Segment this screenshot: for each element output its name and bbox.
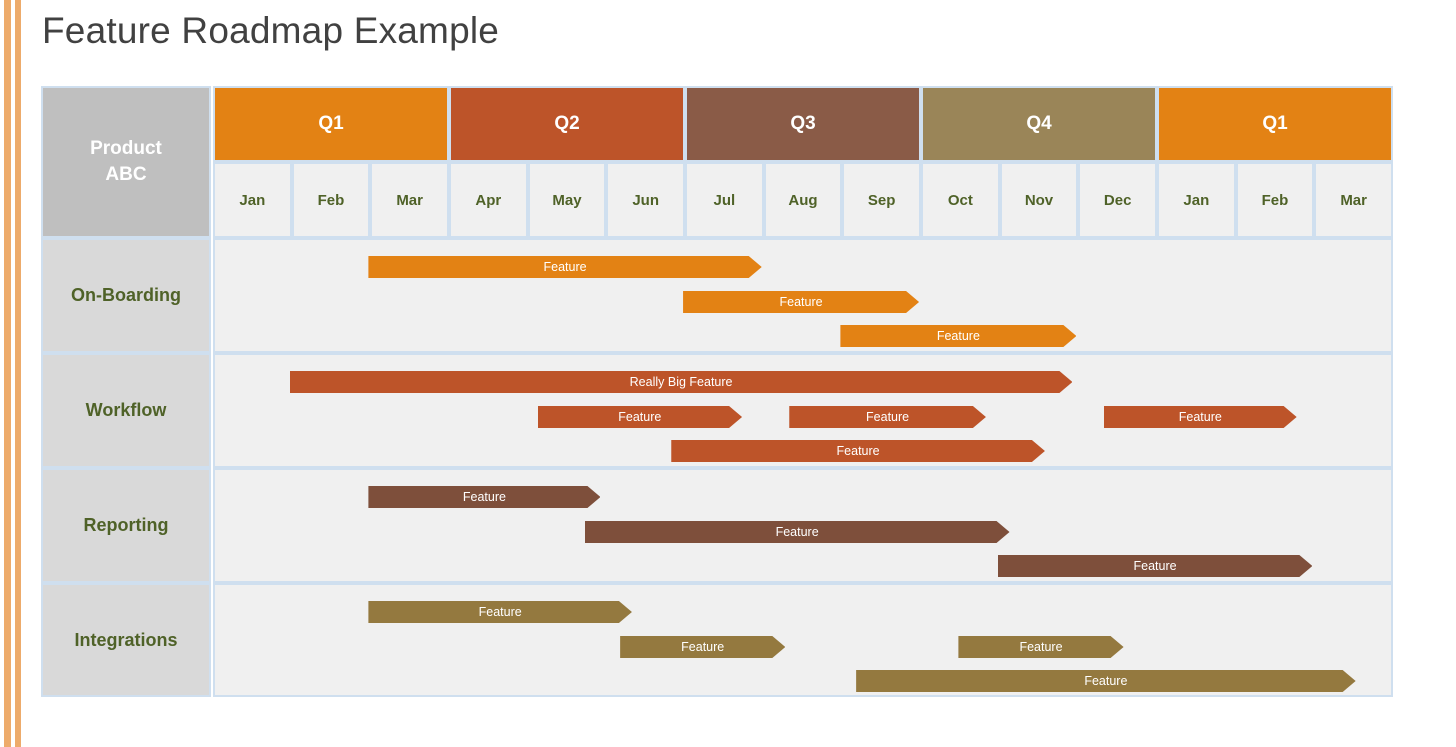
roadmap-bar-label: Feature — [681, 640, 725, 654]
roadmap-bar-label: Feature — [543, 260, 587, 274]
roadmap-bar[interactable]: Feature — [538, 406, 743, 428]
swimlane-label[interactable]: On-Boarding — [41, 238, 211, 353]
month-header-cell: Feb — [1235, 162, 1315, 238]
month-label: Feb — [317, 191, 345, 209]
month-label: Jan — [239, 191, 266, 209]
month-header-cell: Mar — [370, 162, 449, 238]
quarter-header-cell: Q3 — [685, 86, 921, 162]
month-label: Dec — [1103, 191, 1132, 209]
roadmap-bar[interactable]: Feature — [840, 325, 1076, 347]
left-accent-stripe-outer — [4, 0, 11, 747]
month-header-cell: Sep — [842, 162, 921, 238]
roadmap-bar[interactable]: Feature — [368, 601, 632, 623]
month-header-row: Jan Feb Mar Apr May Jun Jul Aug Sep Oct Nov Dec Jan F… — [213, 162, 1393, 238]
quarter-header-cell: Q4 — [921, 86, 1157, 162]
roadmap-bar-label: Feature — [836, 444, 880, 458]
roadmap-bar-label: Feature — [936, 329, 980, 343]
swimlane-label[interactable]: Integrations — [41, 583, 211, 697]
month-header-cell: Nov — [999, 162, 1079, 238]
roadmap-bar[interactable]: Feature — [856, 670, 1356, 692]
swimlane-track: Feature Feature Feature — [213, 468, 1393, 583]
page-title: Feature Roadmap Example — [42, 10, 500, 51]
roadmap-bar-label: Feature — [462, 490, 506, 504]
swimlane-track: Really Big Feature Feature Feature Feature F… — [213, 353, 1393, 468]
roadmap-table: Product ABC Q1 Q2 Q3 Q4 Q1 Jan Feb Mar Apr May Ju… — [41, 86, 1393, 697]
month-label: Aug — [788, 191, 818, 209]
quarter-label: Q1 — [318, 113, 344, 134]
swimlane-reporting: Reporting Feature Feature Feature — [41, 468, 1393, 583]
roadmap-header: Product ABC Q1 Q2 Q3 Q4 Q1 Jan Feb Mar Apr May Ju… — [41, 86, 1393, 238]
roadmap-bar[interactable]: Really Big Feature — [290, 371, 1073, 393]
month-label: Oct — [947, 191, 973, 209]
quarter-header-cell: Q1 — [1157, 86, 1393, 162]
month-label: Nov — [1024, 191, 1054, 209]
month-header-cell: Jan — [1157, 162, 1236, 238]
month-label: Apr — [475, 191, 502, 209]
month-label: Sep — [867, 191, 896, 209]
month-label: May — [552, 191, 582, 209]
month-label: Jun — [632, 191, 659, 209]
product-name-cell: Product ABC — [41, 86, 211, 238]
roadmap-bar[interactable]: Feature — [958, 636, 1123, 658]
quarter-header-cell: Q2 — [449, 86, 685, 162]
left-accent-stripe-inner — [15, 0, 21, 747]
month-label: Jul — [713, 191, 736, 209]
swimlane-label-text: Workflow — [85, 400, 167, 420]
month-header-cell: Aug — [763, 162, 843, 238]
swimlane-label[interactable]: Workflow — [41, 353, 211, 468]
swimlane-on-boarding: On-Boarding Feature Feature Feature — [41, 238, 1393, 353]
month-label: Feb — [1261, 191, 1289, 209]
product-name-line2: ABC — [105, 164, 147, 185]
quarter-label: Q1 — [1262, 113, 1288, 134]
month-header-cell: Apr — [449, 162, 528, 238]
roadmap-bar-label: Feature — [1133, 559, 1177, 573]
roadmap-bar-label: Feature — [779, 295, 823, 309]
roadmap-bar-label: Feature — [1084, 674, 1128, 688]
roadmap-bar-label: Feature — [775, 525, 819, 539]
month-label: Jan — [1183, 191, 1210, 209]
slide-canvas: Feature Roadmap Example Product ABC Q1 Q2… — [0, 0, 1456, 747]
swimlane-label-text: Integrations — [74, 629, 178, 650]
roadmap-bar-label: Feature — [866, 410, 910, 424]
month-header-cell: Feb — [291, 162, 371, 238]
roadmap-bar-label: Feature — [618, 410, 662, 424]
roadmap-bar[interactable]: Feature — [683, 291, 919, 313]
month-header-cell: Mar — [1314, 162, 1393, 238]
roadmap-bar[interactable]: Feature — [368, 486, 600, 508]
roadmap-bar[interactable]: Feature — [585, 521, 1010, 543]
quarter-label: Q3 — [790, 113, 816, 134]
swimlane-track: Feature Feature Feature — [213, 238, 1393, 353]
roadmap-bar-label: Really Big Feature — [629, 375, 733, 389]
swimlane-integrations: Integrations Feature Feature Feature Feature — [41, 583, 1393, 697]
roadmap-bar[interactable]: Feature — [998, 555, 1313, 577]
quarter-label: Q4 — [1026, 113, 1052, 134]
month-header-cell: Jul — [685, 162, 764, 238]
swimlane-label[interactable]: Reporting — [41, 468, 211, 583]
month-header-cell: Jan — [213, 162, 292, 238]
quarter-header-cell: Q1 — [213, 86, 449, 162]
month-header-cell: May — [527, 162, 607, 238]
month-label: Mar — [396, 191, 423, 209]
roadmap-bar-label: Feature — [1178, 410, 1222, 424]
month-header-cell: Oct — [921, 162, 1000, 238]
month-header-cell: Dec — [1078, 162, 1157, 238]
swimlane-workflow: Workflow Really Big Feature Feature Feature… — [41, 353, 1393, 468]
roadmap-bar[interactable]: Feature — [620, 636, 785, 658]
swimlane-label-text: Reporting — [83, 515, 169, 535]
swimlane-label-text: On-Boarding — [71, 285, 181, 305]
roadmap-bar-label: Feature — [1019, 640, 1063, 654]
product-name-line1: Product — [90, 138, 162, 160]
roadmap-bar-label: Feature — [478, 605, 522, 619]
month-label: Mar — [1340, 191, 1367, 209]
quarter-header-row: Q1 Q2 Q3 Q4 Q1 — [213, 86, 1393, 162]
swimlane-track: Feature Feature Feature Feature — [213, 583, 1393, 697]
roadmap-bar[interactable]: Feature — [368, 256, 761, 278]
roadmap-bar[interactable]: Feature — [671, 440, 1045, 462]
month-header-cell: Jun — [606, 162, 685, 238]
roadmap-bar[interactable]: Feature — [789, 406, 986, 428]
roadmap-bar[interactable]: Feature — [1104, 406, 1297, 428]
quarter-label: Q2 — [554, 113, 580, 134]
